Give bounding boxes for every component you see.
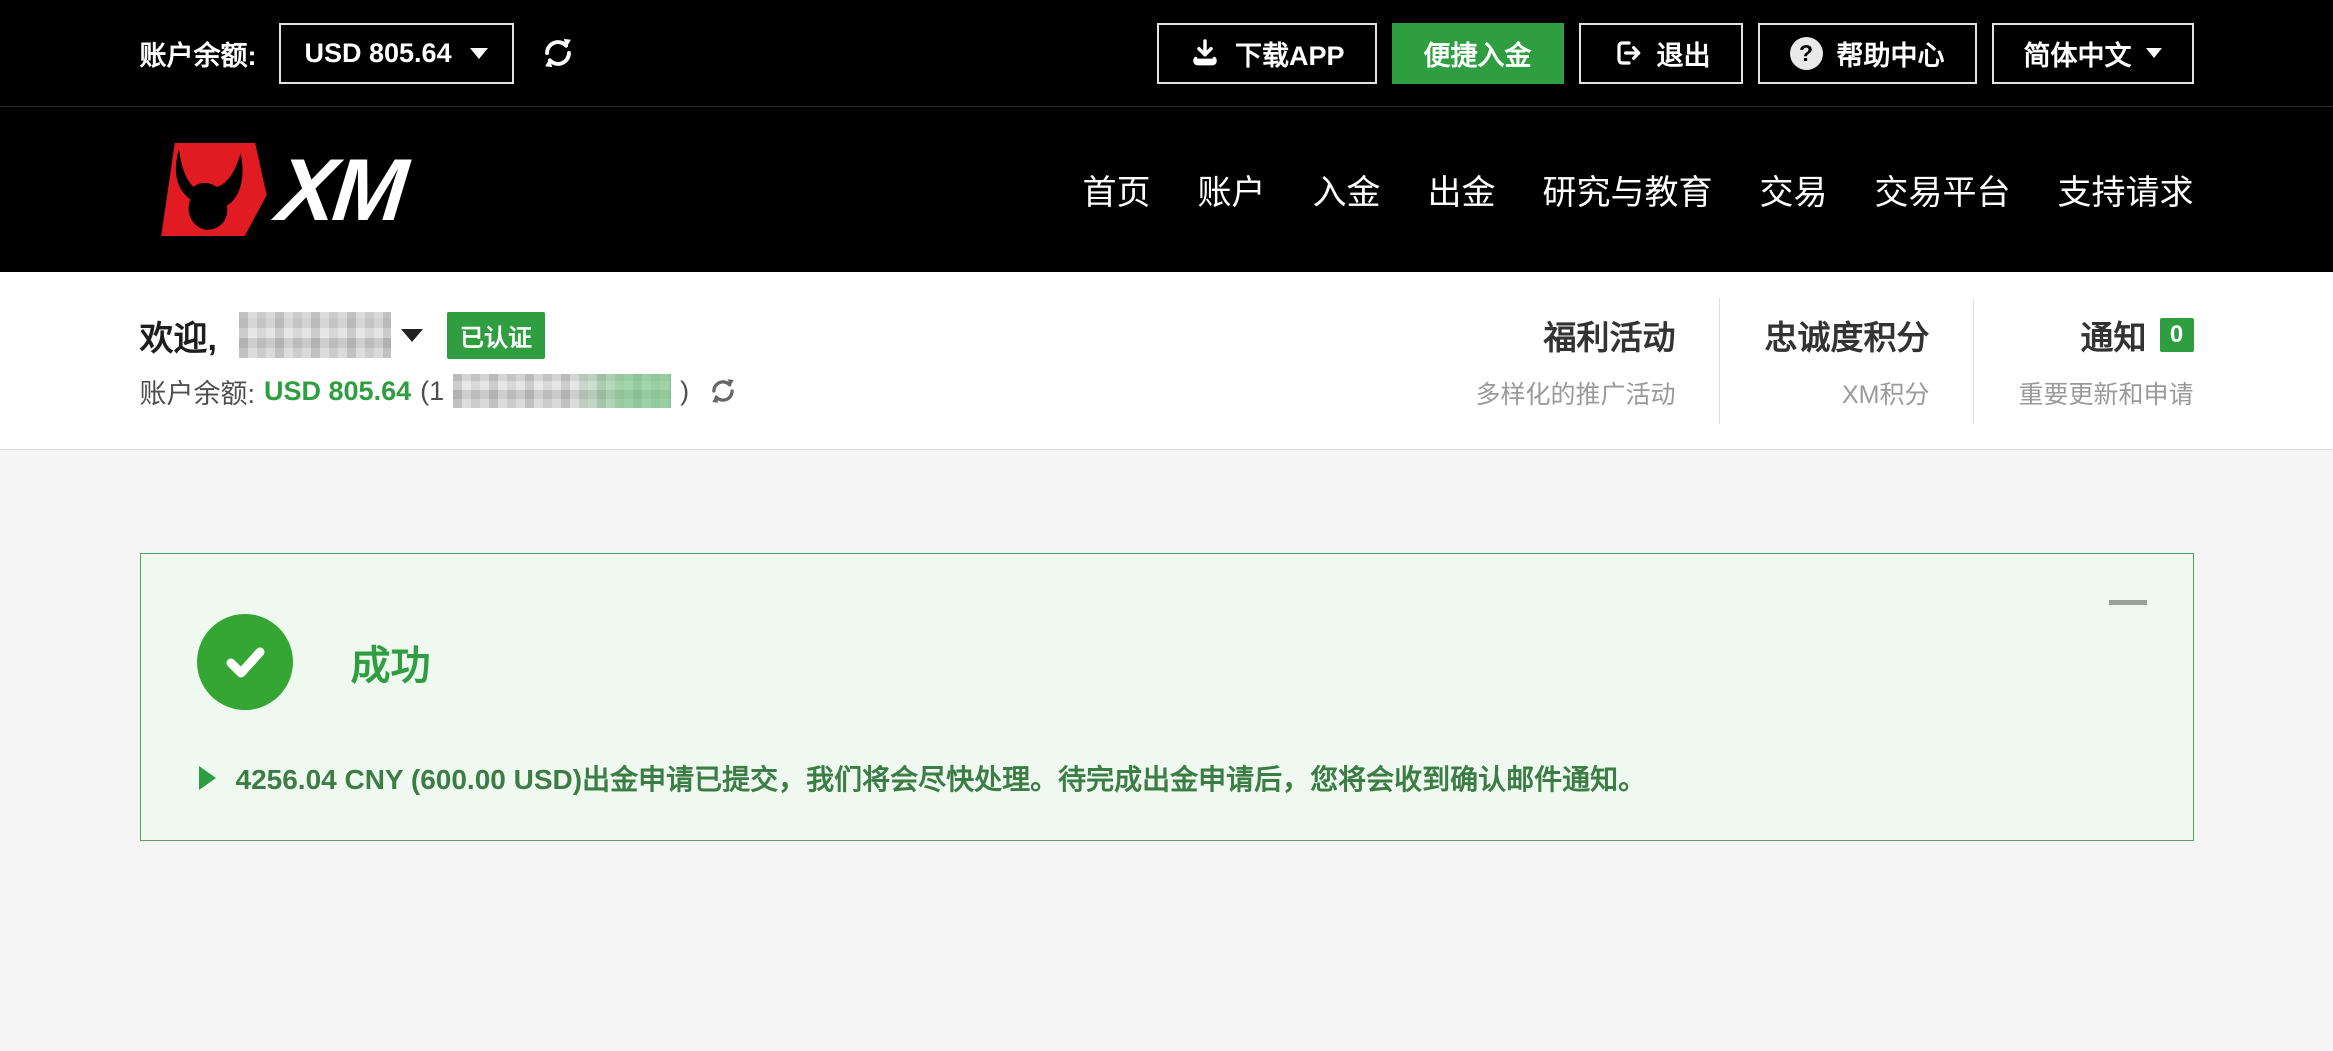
nav-item-platforms[interactable]: 交易平台 (1875, 165, 2011, 214)
notifications-count-badge: 0 (2160, 318, 2194, 352)
nav-item-account[interactable]: 账户 (1198, 165, 1266, 214)
balance-dropdown[interactable]: USD 805.64 (279, 23, 514, 84)
chevron-down-icon (2146, 48, 2162, 58)
alert-title: 成功 (351, 633, 431, 691)
topbar-actions: 下载APP 便捷入金 退出 ? 帮助中心 (1157, 23, 2194, 84)
xm-logo[interactable]: XM (140, 143, 404, 237)
notifications-title: 通知 (2081, 311, 2147, 359)
main-navbar: XM 首页 账户 入金 出金 研究与教育 交易 交易平台 支持请求 (0, 107, 2333, 272)
notifications-subtitle: 重要更新和申请 (2018, 375, 2193, 411)
alert-message: 4256.04 CNY (600.00 USD)出金申请已提交，我们将会尽快处理… (236, 758, 1647, 798)
nav-item-home[interactable]: 首页 (1083, 165, 1151, 214)
loyalty-subtitle: XM积分 (1842, 375, 1930, 411)
language-label: 简体中文 (2024, 34, 2132, 73)
download-app-label: 下载APP (1235, 34, 1345, 73)
link-promotions[interactable]: 福利活动 多样化的推广活动 (1431, 298, 1719, 424)
welcome-left: 欢迎, 已认证 账户余额: USD 805.64 (1 ) (140, 311, 739, 411)
chevron-down-icon[interactable] (401, 329, 423, 342)
refresh-icon (540, 35, 576, 71)
logout-label: 退出 (1657, 34, 1711, 73)
account-balance-value: USD 805.64 (264, 376, 411, 407)
account-number-suffix: ) (680, 376, 689, 407)
collapse-button[interactable] (2109, 600, 2147, 605)
promotions-subtitle: 多样化的推广活动 (1475, 375, 1675, 411)
quick-deposit-button[interactable]: 便捷入金 (1392, 23, 1564, 84)
nav-item-support[interactable]: 支持请求 (2058, 165, 2194, 214)
balance-value: USD 805.64 (305, 38, 452, 69)
page: 账户余额: USD 805.64 (0, 0, 2333, 1051)
welcome-strip: 欢迎, 已认证 账户余额: USD 805.64 (1 ) (0, 272, 2333, 450)
censored-username (239, 312, 391, 358)
loyalty-title: 忠诚度积分 (1764, 311, 1929, 359)
account-balance-label: 账户余额: (140, 372, 256, 411)
refresh-icon[interactable] (540, 35, 576, 71)
question-mark-icon: ? (1790, 37, 1823, 70)
xm-bull-icon (140, 143, 268, 237)
link-notifications[interactable]: 通知 0 重要更新和申请 (1973, 298, 2193, 424)
help-center-label: 帮助中心 (1837, 34, 1945, 73)
download-app-button[interactable]: 下载APP (1157, 23, 1377, 84)
nav-item-withdraw[interactable]: 出金 (1428, 165, 1496, 214)
verified-badge: 已认证 (447, 312, 545, 359)
promotions-title: 福利活动 (1543, 311, 1675, 359)
balance-label: 账户余额: (140, 34, 257, 73)
logout-icon (1611, 37, 1643, 69)
language-button[interactable]: 简体中文 (1992, 23, 2194, 84)
nav-item-research-education[interactable]: 研究与教育 (1543, 165, 1713, 214)
account-number-prefix: (1 (420, 376, 444, 407)
quick-deposit-label: 便捷入金 (1424, 34, 1532, 73)
censored-account-number (453, 374, 671, 408)
success-alert: 成功 4256.04 CNY (600.00 USD)出金申请已提交，我们将会尽… (140, 553, 2194, 841)
help-center-button[interactable]: ? 帮助中心 (1758, 23, 1977, 84)
nav-links: 首页 账户 入金 出金 研究与教育 交易 交易平台 支持请求 (1083, 165, 2194, 214)
balance-refresh-icon[interactable] (708, 376, 738, 406)
greeting-text: 欢迎, (140, 311, 217, 360)
nav-item-deposit[interactable]: 入金 (1313, 165, 1381, 214)
download-icon (1189, 37, 1221, 69)
link-loyalty-points[interactable]: 忠诚度积分 XM积分 (1719, 298, 1973, 424)
success-check-icon (197, 614, 293, 710)
nav-item-trading[interactable]: 交易 (1760, 165, 1828, 214)
refresh-icon (708, 376, 738, 406)
chevron-down-icon (470, 48, 488, 59)
topbar: 账户余额: USD 805.64 (0, 0, 2333, 107)
main-content: 成功 4256.04 CNY (600.00 USD)出金申请已提交，我们将会尽… (0, 553, 2333, 1051)
xm-logo-text: XM (273, 146, 408, 234)
logout-button[interactable]: 退出 (1579, 23, 1743, 84)
welcome-quick-links: 福利活动 多样化的推广活动 忠诚度积分 XM积分 通知 0 重要更新和申请 (1431, 298, 2193, 424)
bullet-triangle-icon (199, 766, 216, 790)
